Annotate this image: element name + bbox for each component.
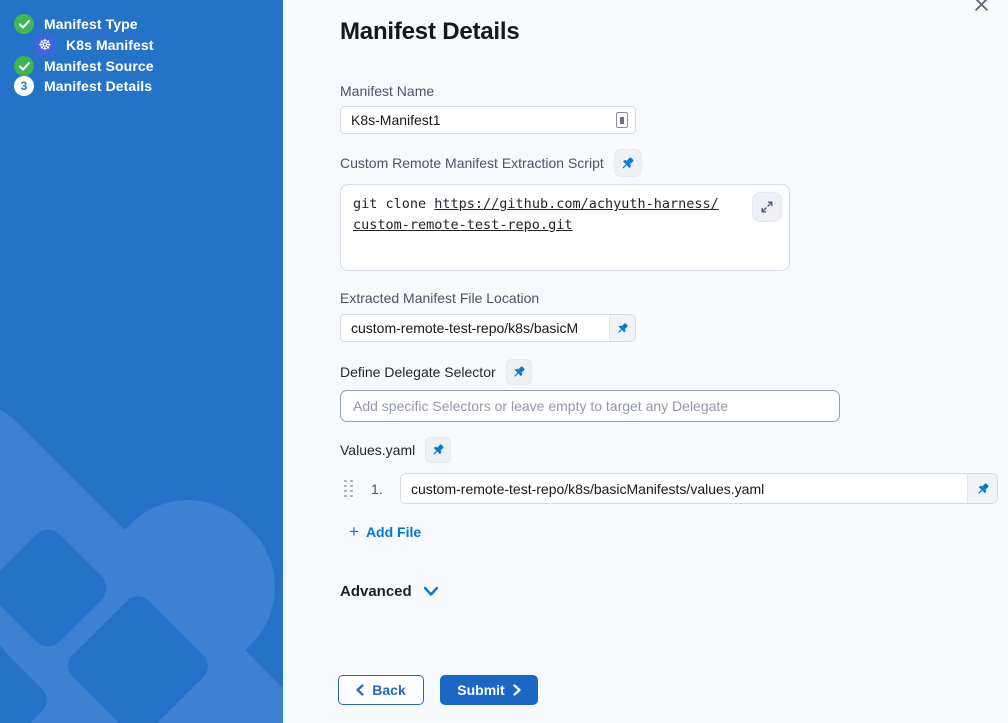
step-manifest-details[interactable]: 3 Manifest Details	[0, 76, 283, 96]
row-index: 1.	[371, 481, 388, 497]
pin-icon[interactable]	[609, 315, 635, 341]
step-label: Manifest Source	[44, 58, 154, 74]
expand-icon[interactable]	[752, 192, 782, 222]
extracted-location-field	[340, 314, 636, 342]
pin-icon[interactable]	[425, 437, 451, 463]
submit-button[interactable]: Submit	[440, 675, 538, 705]
step-manifest-source[interactable]: Manifest Source	[0, 56, 283, 76]
step-number-badge: 3	[14, 76, 34, 96]
values-file-field	[400, 473, 998, 504]
back-button[interactable]: Back	[338, 675, 424, 705]
chevron-down-icon	[423, 586, 439, 597]
kubernetes-icon: ☸	[34, 34, 56, 56]
values-file-path-input[interactable]	[401, 474, 967, 503]
pin-icon[interactable]	[614, 149, 642, 177]
wizard-sidebar: Manifest Type ☸ K8s Manifest Manifest So…	[0, 0, 283, 723]
page-title: Manifest Details	[340, 18, 1008, 46]
add-file-button[interactable]: + Add File	[349, 524, 421, 540]
manifest-name-label: Manifest Name	[340, 83, 1008, 99]
close-icon[interactable]	[974, 0, 992, 15]
add-file-label: Add File	[366, 524, 421, 540]
plus-icon: +	[349, 525, 359, 539]
extraction-script-text: git clone https://github.com/achyuth-har…	[353, 194, 727, 236]
step-complete-icon	[14, 56, 34, 76]
values-yaml-label-row: Values.yaml	[340, 437, 1008, 463]
chevron-right-icon	[513, 684, 521, 696]
manifest-details-dialog: Manifest Type ☸ K8s Manifest Manifest So…	[0, 0, 1008, 723]
script-url-part2: custom-remote-test-repo.git	[353, 217, 572, 233]
step-manifest-type[interactable]: Manifest Type	[0, 14, 283, 34]
advanced-toggle[interactable]: Advanced	[340, 583, 439, 600]
back-button-label: Back	[372, 682, 405, 698]
script-command: git clone	[353, 196, 434, 212]
delegate-selector-label-row: Define Delegate Selector	[340, 359, 1008, 385]
wizard-steps: Manifest Type ☸ K8s Manifest Manifest So…	[0, 0, 283, 96]
values-yaml-label: Values.yaml	[340, 442, 415, 458]
edit-icon[interactable]	[616, 112, 628, 128]
extraction-script-label: Custom Remote Manifest Extraction Script	[340, 155, 604, 171]
step-label: Manifest Type	[44, 16, 138, 32]
delegate-selector-label: Define Delegate Selector	[340, 364, 496, 380]
advanced-label: Advanced	[340, 583, 412, 600]
pin-icon[interactable]	[967, 474, 997, 503]
delegate-selector-input[interactable]	[340, 390, 840, 422]
manifest-details-panel: Manifest Details Manifest Name Custom Re…	[283, 0, 1008, 723]
extracted-location-label: Extracted Manifest File Location	[340, 290, 1008, 306]
extraction-script-editor[interactable]: git clone https://github.com/achyuth-har…	[340, 184, 790, 271]
drag-handle-icon[interactable]	[344, 479, 353, 499]
values-file-row: 1.	[340, 473, 1008, 504]
submit-button-label: Submit	[457, 682, 504, 698]
script-url-part1: https://github.com/achyuth-harness/	[434, 196, 718, 212]
extraction-script-label-row: Custom Remote Manifest Extraction Script	[340, 149, 1008, 177]
manifest-name-field	[340, 106, 636, 134]
step-label: Manifest Details	[44, 78, 152, 94]
chevron-left-icon	[356, 684, 364, 696]
substep-label: K8s Manifest	[66, 37, 154, 53]
step-complete-icon	[14, 14, 34, 34]
manifest-name-input[interactable]	[340, 106, 636, 134]
extracted-location-input[interactable]	[341, 315, 609, 341]
substep-k8s-manifest[interactable]: ☸ K8s Manifest	[0, 34, 283, 56]
pin-icon[interactable]	[506, 359, 532, 385]
wizard-footer: Back Submit	[338, 675, 1008, 705]
